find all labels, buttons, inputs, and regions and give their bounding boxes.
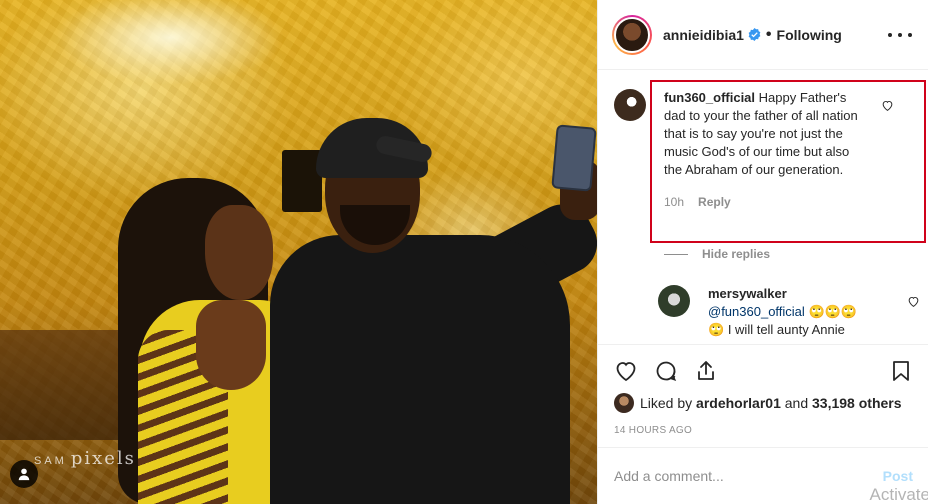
reply-like-heart-icon[interactable] bbox=[907, 295, 920, 308]
comment-input[interactable] bbox=[614, 468, 883, 484]
action-bar bbox=[614, 357, 913, 385]
comments-list[interactable]: fun360_official Happy Father's dad to yo… bbox=[598, 71, 928, 344]
post-photo[interactable]: SAM pixels bbox=[0, 0, 597, 504]
user-tag-button[interactable] bbox=[10, 460, 38, 488]
liker-username[interactable]: ardehorlar01 bbox=[696, 395, 781, 411]
following-button[interactable]: Following bbox=[777, 27, 842, 43]
more-options-icon[interactable] bbox=[888, 32, 912, 37]
share-icon[interactable] bbox=[694, 359, 718, 383]
post-actions: Liked by ardehorlar01 and 33,198 others … bbox=[598, 344, 928, 436]
commenter-avatar[interactable] bbox=[614, 89, 646, 121]
reply-emoji: 🙄🙄🙄 bbox=[808, 304, 857, 319]
likes-others-link[interactable]: 33,198 others bbox=[812, 395, 902, 411]
likes-joiner: and bbox=[784, 395, 809, 411]
reply-item: mersywalker @fun360_official 🙄🙄🙄 🙄 I wil… bbox=[658, 285, 920, 339]
chandelier bbox=[55, 0, 285, 85]
post-header: annieidibia1 • Following bbox=[598, 0, 928, 70]
reply-avatar[interactable] bbox=[658, 285, 690, 317]
sofa bbox=[0, 330, 130, 440]
liker-avatar[interactable] bbox=[614, 393, 634, 413]
smartphone bbox=[551, 124, 597, 192]
heart-icon[interactable] bbox=[614, 359, 638, 383]
user-icon bbox=[18, 468, 30, 481]
post-timestamp[interactable]: 14 HOURS AGO bbox=[614, 425, 913, 436]
man-shirt bbox=[270, 235, 570, 504]
reply-text: I will tell aunty Annie bbox=[727, 322, 845, 337]
verified-badge-icon bbox=[748, 28, 761, 41]
os-activation-watermark: Activate bbox=[869, 485, 928, 504]
reply-emoji-2: 🙄 bbox=[708, 322, 725, 337]
woman-neck bbox=[196, 300, 266, 390]
post-side-panel: annieidibia1 • Following fun360_official… bbox=[597, 0, 928, 504]
author-avatar[interactable] bbox=[612, 14, 652, 55]
likes-prefix: Liked by bbox=[640, 395, 693, 411]
post-button[interactable]: Post bbox=[883, 468, 913, 484]
comment-icon[interactable] bbox=[654, 359, 678, 383]
reply-mention-link[interactable]: @fun360_official bbox=[708, 304, 805, 319]
comment-username[interactable]: fun360_official bbox=[664, 90, 755, 105]
comment-body: fun360_official Happy Father's dad to yo… bbox=[664, 89, 864, 211]
photo-watermark: SAM pixels bbox=[34, 448, 136, 469]
bookmark-icon[interactable] bbox=[889, 359, 913, 383]
reply-body: mersywalker @fun360_official 🙄🙄🙄 🙄 I wil… bbox=[708, 285, 878, 339]
reply-username[interactable]: mersywalker bbox=[708, 286, 787, 301]
comment-like-heart-icon[interactable] bbox=[881, 99, 894, 112]
likes-summary: Liked by ardehorlar01 and 33,198 others bbox=[614, 393, 913, 413]
comment-reply-button[interactable]: Reply bbox=[698, 195, 731, 209]
comment-item: fun360_official Happy Father's dad to yo… bbox=[614, 89, 914, 211]
header-separator: • bbox=[765, 25, 772, 43]
woman-face bbox=[205, 205, 273, 300]
comment-time[interactable]: 10h bbox=[664, 195, 684, 209]
author-username[interactable]: annieidibia1 bbox=[663, 27, 744, 43]
hide-replies-toggle[interactable]: Hide replies bbox=[664, 247, 770, 261]
comment-meta: 10h Reply bbox=[664, 193, 864, 211]
